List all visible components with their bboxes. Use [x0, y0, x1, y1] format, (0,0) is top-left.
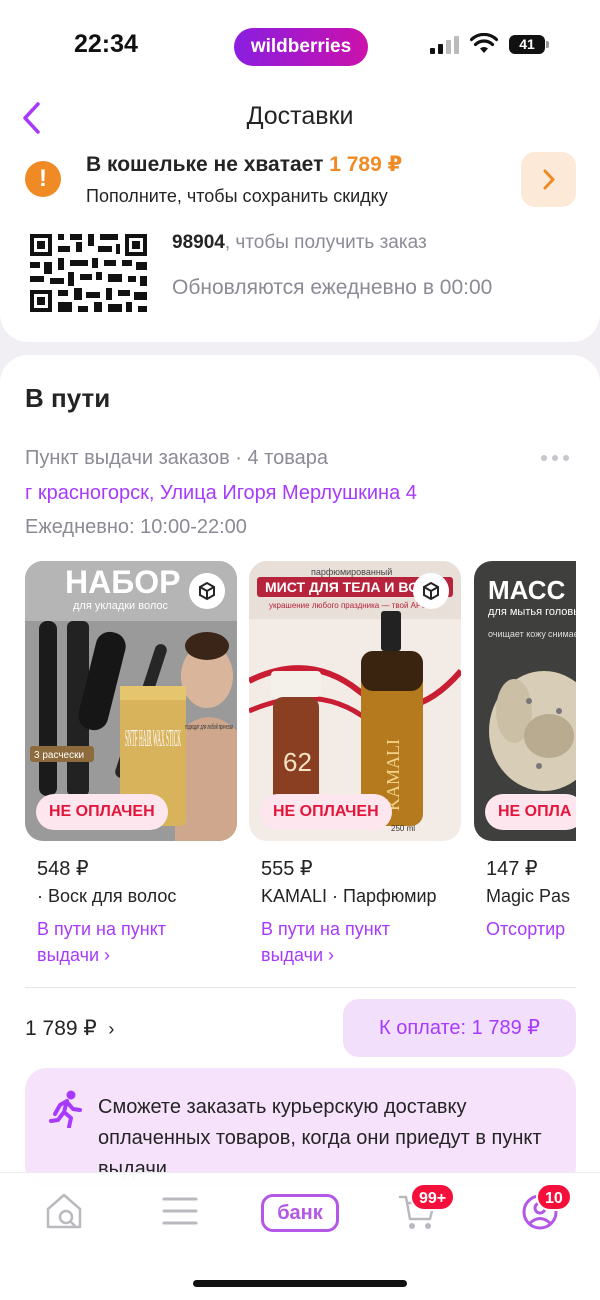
battery-icon: 41 — [509, 35, 545, 54]
product-price: 548 ₽ — [37, 858, 89, 880]
pickup-point-info: Пункт выдачи заказов · 4 товара — [25, 447, 328, 469]
pickup-hours: Ежедневно: 10:00-22:00 — [25, 516, 247, 538]
status-badge: НЕ ОПЛАЧЕН — [260, 794, 392, 830]
image-headline: МАСС — [488, 575, 566, 605]
warning-icon: ! — [25, 161, 61, 197]
pickup-address-link[interactable]: г красногорск, Улица Игоря Мерлушкина 4 — [25, 482, 417, 505]
bank-tab[interactable]: банк — [261, 1194, 339, 1232]
image-headline: МИСТ ДЛЯ ТЕЛА И ВО — [265, 579, 419, 595]
image-sub: для мытья головы — [488, 606, 576, 618]
product-name: KAMALI · Парфюмир — [261, 886, 437, 906]
home-indicator — [193, 1280, 407, 1287]
pickup-code-update-note: Обновляются ежедневно в 00:00 — [172, 276, 493, 299]
status-badge: НЕ ОПЛАЧЕН — [36, 794, 168, 830]
battery-tip — [546, 41, 549, 48]
page-header: Доставки — [0, 92, 600, 144]
section-title: В пути — [25, 383, 111, 413]
product-name: · Воск для волос — [37, 886, 177, 906]
wildberries-logo: wildberries — [234, 28, 368, 66]
product-card[interactable]: НАБОР для укладки волос SNTF HAIR WAX ST… — [25, 561, 237, 965]
image-sub: для укладки волос — [73, 600, 169, 612]
home-search-tab-icon[interactable] — [42, 1189, 86, 1233]
divider — [25, 987, 576, 988]
return-box-icon[interactable] — [413, 573, 449, 609]
product-card[interactable]: МАСС для мытья головы очищает кожу снима… — [474, 561, 576, 939]
product-status-link[interactable]: В пути на пункт выдачи › — [37, 916, 227, 968]
catalog-menu-tab-icon[interactable] — [158, 1189, 202, 1233]
image-combs-label: 3 расчески — [34, 750, 84, 761]
qr-code[interactable] — [28, 232, 149, 314]
cellular-signal-icon — [430, 34, 460, 54]
product-card[interactable]: парфюмированный МИСТ ДЛЯ ТЕЛА И ВО украш… — [249, 561, 461, 965]
product-image[interactable]: МАСС для мытья головы очищает кожу снима… — [474, 561, 576, 841]
return-box-icon[interactable] — [189, 573, 225, 609]
cart-count-badge: 99+ — [410, 1183, 456, 1211]
image-top-text: парфюмированный — [311, 567, 392, 577]
product-status-link[interactable]: Отсортир — [486, 916, 576, 942]
product-image[interactable]: парфюмированный МИСТ ДЛЯ ТЕЛА И ВО украш… — [249, 561, 461, 841]
profile-notification-badge: 10 — [536, 1183, 572, 1211]
product-name: Magic Pas — [486, 886, 571, 906]
status-badge: НЕ ОПЛА — [485, 794, 576, 830]
product-carousel[interactable]: НАБОР для укладки волос SNTF HAIR WAX ST… — [25, 561, 576, 971]
image-left-text: очищает кожу — [488, 629, 546, 639]
order-total[interactable]: 1 789 ₽ › — [25, 1016, 114, 1041]
more-options-icon[interactable] — [541, 448, 575, 461]
running-courier-icon — [49, 1090, 82, 1128]
product-image[interactable]: НАБОР для укладки волос SNTF HAIR WAX ST… — [25, 561, 237, 841]
delivery-card: В пути Пункт выдачи заказов · 4 товара г… — [0, 355, 600, 1300]
image-right-text: снимае усталос — [548, 629, 576, 639]
status-bar: 22:34 wildberries 41 — [0, 0, 600, 92]
pickup-code: 98904, чтобы получить заказ — [172, 232, 427, 253]
image-headline: НАБОР — [65, 564, 180, 600]
chevron-right-icon: › — [108, 1019, 115, 1039]
wallet-card: ! В кошельке не хватает 1 789 ₽ Пополнит… — [0, 144, 600, 342]
courier-info-banner: Сможете заказать курьерскую доставку опл… — [25, 1068, 576, 1188]
image-sub: украшение любого праздника — твой АРО — [269, 601, 427, 610]
wifi-icon — [470, 33, 498, 53]
product-price: 555 ₽ — [261, 858, 313, 880]
pay-button[interactable]: К оплате: 1 789 ₽ — [343, 999, 576, 1057]
image-volume-label: 250 ml — [391, 824, 415, 833]
product-price: 147 ₽ — [486, 858, 538, 880]
wallet-title: В кошельке не хватает 1 789 ₽ — [86, 153, 403, 176]
status-time: 22:34 — [74, 30, 138, 58]
wallet-subtitle: Пополните, чтобы сохранить скидку — [86, 186, 388, 206]
wallet-amount: 1 789 ₽ — [329, 153, 403, 176]
image-fits-label: подходит для любой прически — [185, 723, 233, 731]
product-status-link[interactable]: В пути на пункт выдачи › — [261, 916, 451, 968]
image-bottle-number: 62 — [283, 747, 312, 777]
page-title: Доставки — [246, 102, 354, 130]
image-product-text: SNTF HAIR WAX STICK — [125, 726, 181, 752]
wallet-topup-button[interactable] — [521, 152, 576, 207]
